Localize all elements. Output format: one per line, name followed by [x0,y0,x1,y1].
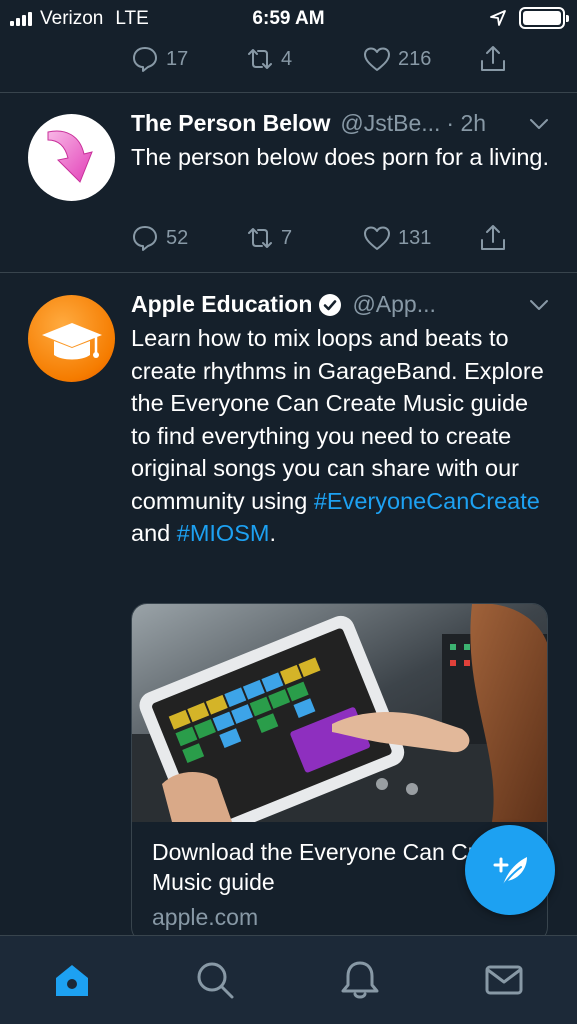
mail-icon [485,965,523,995]
heart-icon [364,47,390,71]
share-icon [481,225,505,250]
display-name[interactable]: The Person Below [131,110,330,137]
tab-notifications[interactable] [338,958,382,1002]
tweet-text-main: Learn how to mix loops and beats to crea… [131,325,544,514]
chevron-down-icon[interactable] [527,112,551,136]
hashtag-link[interactable]: #EveryoneCanCreate [314,488,540,514]
compose-feather-icon [493,857,527,890]
verified-badge-icon [319,293,342,316]
like-count: 216 [398,47,432,70]
avatar[interactable] [28,114,115,201]
reply-icon [133,47,157,72]
location-arrow-icon [490,10,506,26]
tweet-text: The person below does porn for a living. [131,144,550,170]
reply-button[interactable]: 17 [130,44,188,74]
hashtag-link[interactable]: #MIOSM [177,520,270,546]
retweet-button[interactable]: 4 [245,44,292,74]
bell-icon [341,961,379,999]
reply-button[interactable]: 52 [130,223,188,253]
retweet-count: 7 [281,226,293,249]
status-bar: Verizon LTE 6:59 AM [0,0,577,38]
tweet-text: Learn how to mix loops and beats to crea… [131,322,551,550]
pink-arrow-icon [47,130,93,183]
tweet-text-end: . [269,520,276,546]
share-button[interactable] [478,223,508,253]
chevron-down-icon[interactable] [527,293,551,317]
tweet-text-and: and [131,520,177,546]
share-icon [481,46,505,71]
avatar[interactable] [28,295,115,382]
search-icon [197,962,234,999]
reply-count: 17 [166,47,189,70]
tweet-header: The Person Below @JstBe... · 2h [131,110,486,137]
tweet-divider [0,272,577,273]
previous-tweet-actions: 17 4 216 [0,44,577,80]
retweet-icon [248,49,272,69]
reply-count: 52 [166,226,189,249]
like-count: 131 [398,226,432,249]
tab-search[interactable] [193,958,237,1002]
bottom-tab-bar [0,935,577,1024]
battery-icon [519,7,569,29]
username[interactable]: @App... [352,291,435,318]
share-button[interactable] [478,44,508,74]
tab-messages[interactable] [482,958,526,1002]
username[interactable]: @JstBe... [340,110,440,137]
tweet-time: · 2h [446,110,487,136]
tweet-actions: 52 7 131 [0,223,577,259]
compose-tweet-button[interactable] [465,825,555,915]
retweet-icon [248,228,272,248]
heart-icon [364,226,390,250]
home-icon [56,965,88,996]
card-image [132,604,547,822]
tweet-divider [0,92,577,93]
graduation-cap-icon [42,323,102,360]
card-domain: apple.com [152,904,259,930]
retweet-count: 4 [281,47,293,70]
tab-home[interactable] [50,958,94,1002]
like-button[interactable]: 131 [362,223,431,253]
like-button[interactable]: 216 [362,44,431,74]
display-name[interactable]: Apple Education [131,291,312,318]
tweet-header: Apple Education @App... [131,291,436,318]
retweet-button[interactable]: 7 [245,223,292,253]
reply-icon [133,226,157,251]
